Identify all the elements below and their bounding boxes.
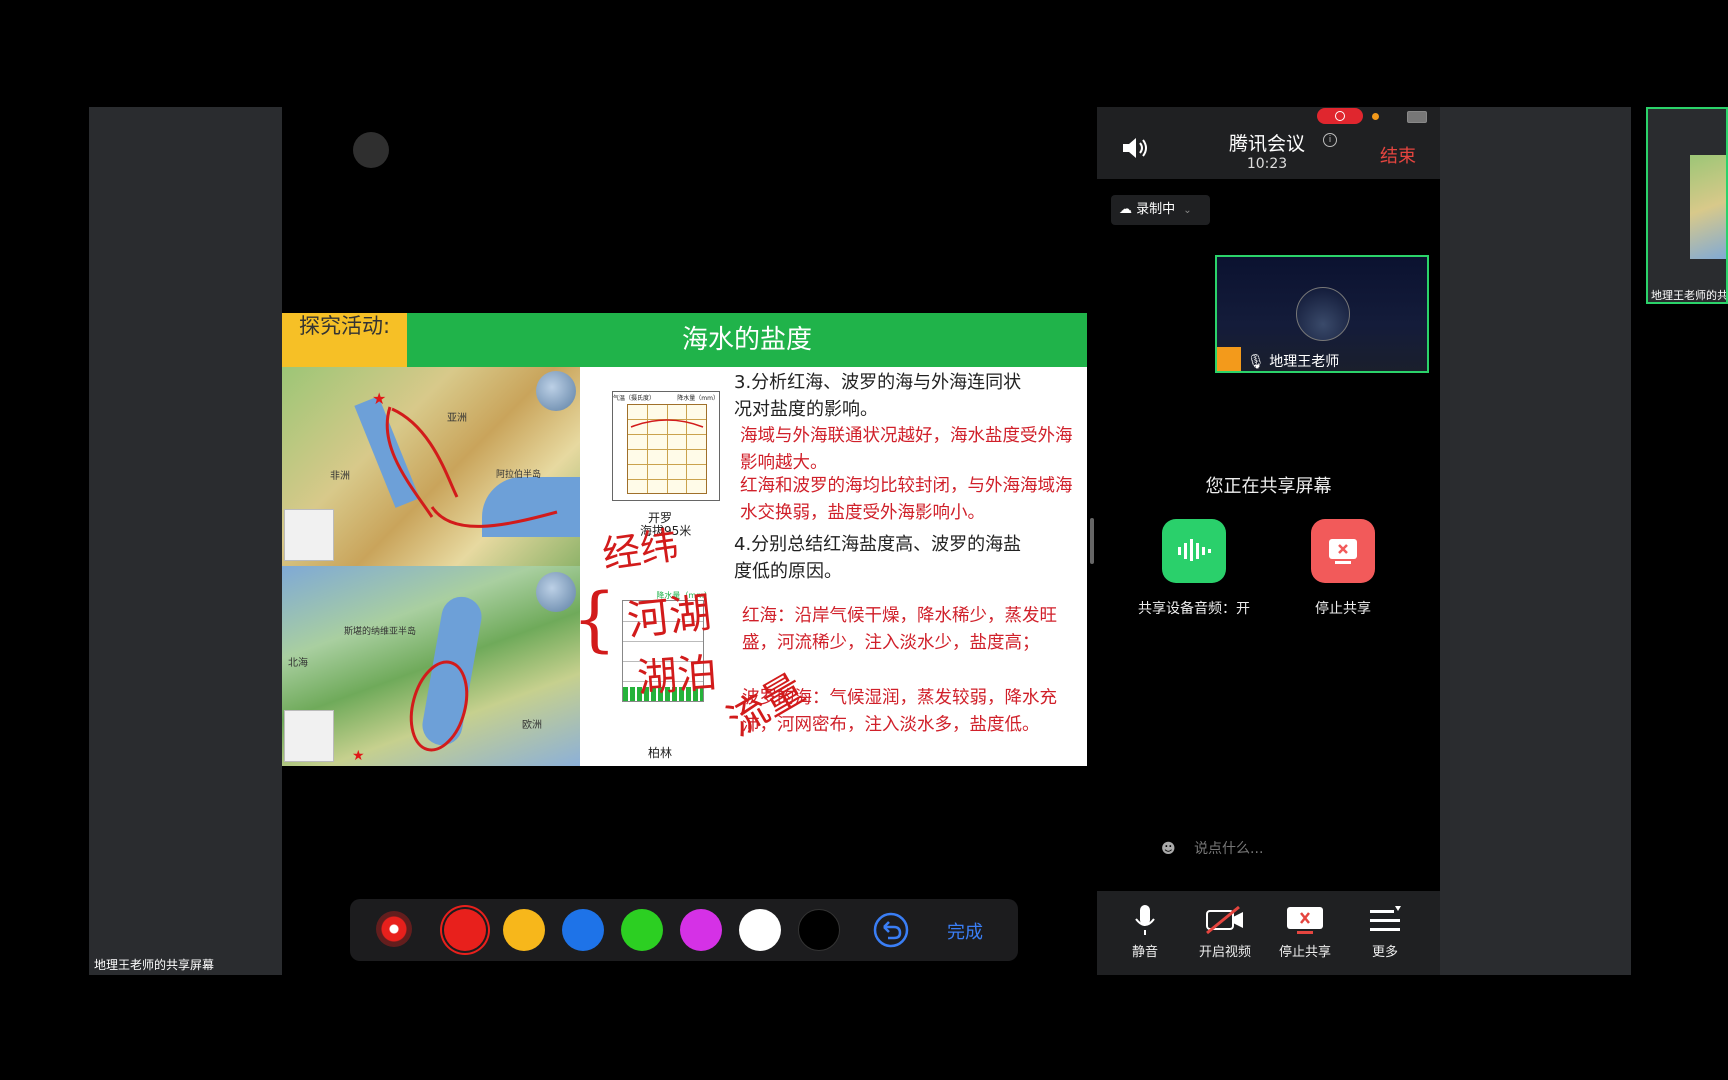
chart-city-label: 柏林 <box>648 746 673 760</box>
meeting-bottom-bar: 静音 开启视频 停止共享 更多 <box>1097 891 1440 975</box>
thumbnail-caption: 地理王老师的共享屏幕 <box>1651 289 1728 302</box>
meeting-time: 10:23 <box>1246 156 1288 172</box>
thumbnail-preview <box>1690 155 1726 259</box>
avatar <box>1296 287 1350 341</box>
panel-resize-handle[interactable] <box>1090 518 1094 564</box>
answer-3-part-2: 红海和波罗的海均比较封闭，与外海海域海水交换弱，盐度受外海影响小。 <box>740 476 1073 523</box>
audio-wave-icon <box>1178 539 1211 561</box>
speaker-icon[interactable] <box>1121 135 1151 161</box>
color-swatch-red[interactable] <box>444 909 486 951</box>
sharing-status: 您正在共享屏幕 <box>1205 476 1332 497</box>
cairo-climate-chart: 气温（摄氏度） 降水量（mm） <box>612 391 720 501</box>
floating-dot[interactable] <box>353 132 389 168</box>
stop-share-bottom-label: 停止共享 <box>1278 945 1331 960</box>
more-button[interactable]: 更多 <box>1345 903 1425 960</box>
recording-indicator <box>1317 108 1363 124</box>
baltic-sea-map: 斯堪的纳维亚半岛 北海 欧洲 ★ <box>282 566 580 766</box>
emoji-icon[interactable]: ☻ <box>1161 841 1176 857</box>
handwriting-stroke-red-sea <box>385 406 558 528</box>
meeting-panel: 腾讯会议 i 10:23 结束 ☁ 录制中 ⌄ 🎙 地理王老师 您正在共享屏幕 … <box>1097 107 1440 975</box>
done-button[interactable]: 完成 <box>947 918 983 944</box>
question-4: 4.分别总结红海盐度高、波罗的海盐度低的原因。 <box>734 534 1022 582</box>
share-audio-button[interactable] <box>1162 519 1226 583</box>
color-swatch-green[interactable] <box>621 909 663 951</box>
meeting-header: 腾讯会议 i 10:23 结束 <box>1097 107 1440 179</box>
battery-icon <box>1407 111 1427 123</box>
slide-title: 海水的盐度 <box>407 313 1087 367</box>
handwriting-note: 河湖 <box>624 587 714 646</box>
color-swatch-purple[interactable] <box>680 909 722 951</box>
annotation-toolbar: 完成 <box>350 899 1018 961</box>
left-letterbox <box>89 107 282 975</box>
recording-label: 录制中 <box>1136 202 1176 217</box>
start-video-label: 开启视频 <box>1198 945 1251 960</box>
answer-3-part-1: 海域与外海联通状况越好，海水盐度受外海影响越大。 <box>740 426 1073 473</box>
chart-plot <box>627 404 707 494</box>
recording-chip[interactable]: ☁ 录制中 ⌄ <box>1111 195 1210 225</box>
color-swatch-yellow[interactable] <box>503 909 545 951</box>
handwriting-brace: { <box>572 578 617 660</box>
chat-input[interactable]: ☻ 说点什么... <box>1161 838 1263 858</box>
shared-screen-thumbnail[interactable]: 地理王老师的共享屏幕 <box>1646 107 1728 304</box>
color-swatch-black[interactable] <box>798 909 840 951</box>
microphone-icon <box>1135 905 1155 935</box>
stop-share-label: 停止共享 <box>1315 601 1371 617</box>
more-label: 更多 <box>1371 945 1398 960</box>
chart-axis-label: 降水量（mm） <box>677 395 719 402</box>
chevron-down-icon: ⌄ <box>1183 205 1192 216</box>
slide-tag-text: 探究活动: <box>298 314 391 338</box>
chart-axis-label: 气温（摄氏度） <box>613 395 656 402</box>
stop-share-icon <box>1287 907 1323 934</box>
stop-share-icon <box>1329 539 1357 564</box>
end-meeting-button[interactable]: 结束 <box>1380 142 1416 168</box>
video-off-icon <box>1206 905 1243 935</box>
chat-placeholder: 说点什么... <box>1194 841 1264 857</box>
status-dot-icon <box>1372 113 1379 120</box>
person-icon <box>1217 347 1241 371</box>
meeting-title: 腾讯会议 <box>1228 133 1305 155</box>
participant-name: 🎙 地理王老师 <box>1247 351 1339 371</box>
participant-video-tile[interactable]: 🎙 地理王老师 <box>1215 255 1429 373</box>
stop-share-bottom-button[interactable]: 停止共享 <box>1265 903 1345 960</box>
start-video-button[interactable]: 开启视频 <box>1185 903 1265 960</box>
share-caption: 地理王老师的共享屏幕 <box>94 958 215 972</box>
menu-icon <box>1370 906 1401 931</box>
cloud-icon: ☁ <box>1119 202 1132 217</box>
right-letterbox <box>1440 107 1631 975</box>
handwriting-note: 经纬 <box>599 522 682 578</box>
mute-button[interactable]: 静音 <box>1105 903 1185 960</box>
mute-label: 静音 <box>1131 945 1158 960</box>
participant-name-text: 地理王老师 <box>1269 354 1340 370</box>
handwriting-circle-baltic <box>409 660 469 752</box>
question-3: 3.分析红海、波罗的海与外海连同状况对盐度的影响。 <box>734 372 1022 420</box>
red-sea-map: ★ 亚洲 非洲 阿拉伯半岛 <box>282 367 580 566</box>
color-swatch-blue[interactable] <box>562 909 604 951</box>
share-audio-label: 共享设备音频：开 <box>1138 601 1250 617</box>
slide-tag: 探究活动: <box>282 313 407 367</box>
handwriting-note: 湖泊 <box>635 650 719 702</box>
undo-icon[interactable] <box>872 911 910 949</box>
laser-pointer-tool[interactable] <box>376 911 412 947</box>
color-swatch-white[interactable] <box>739 909 781 951</box>
presentation-slide: 探究活动: 海水的盐度 ★ 亚洲 非洲 阿拉伯半岛 斯堪的纳维亚半岛 北海 欧洲… <box>282 313 1087 766</box>
answer-4-part-1: 红海：沿岸气候干燥，降水稀少，蒸发旺盛，河流稀少，注入淡水少，盐度高； <box>742 606 1057 653</box>
stop-share-button[interactable] <box>1311 519 1375 583</box>
info-icon[interactable]: i <box>1323 133 1337 147</box>
microphone-icon: 🎙 <box>1247 354 1265 370</box>
